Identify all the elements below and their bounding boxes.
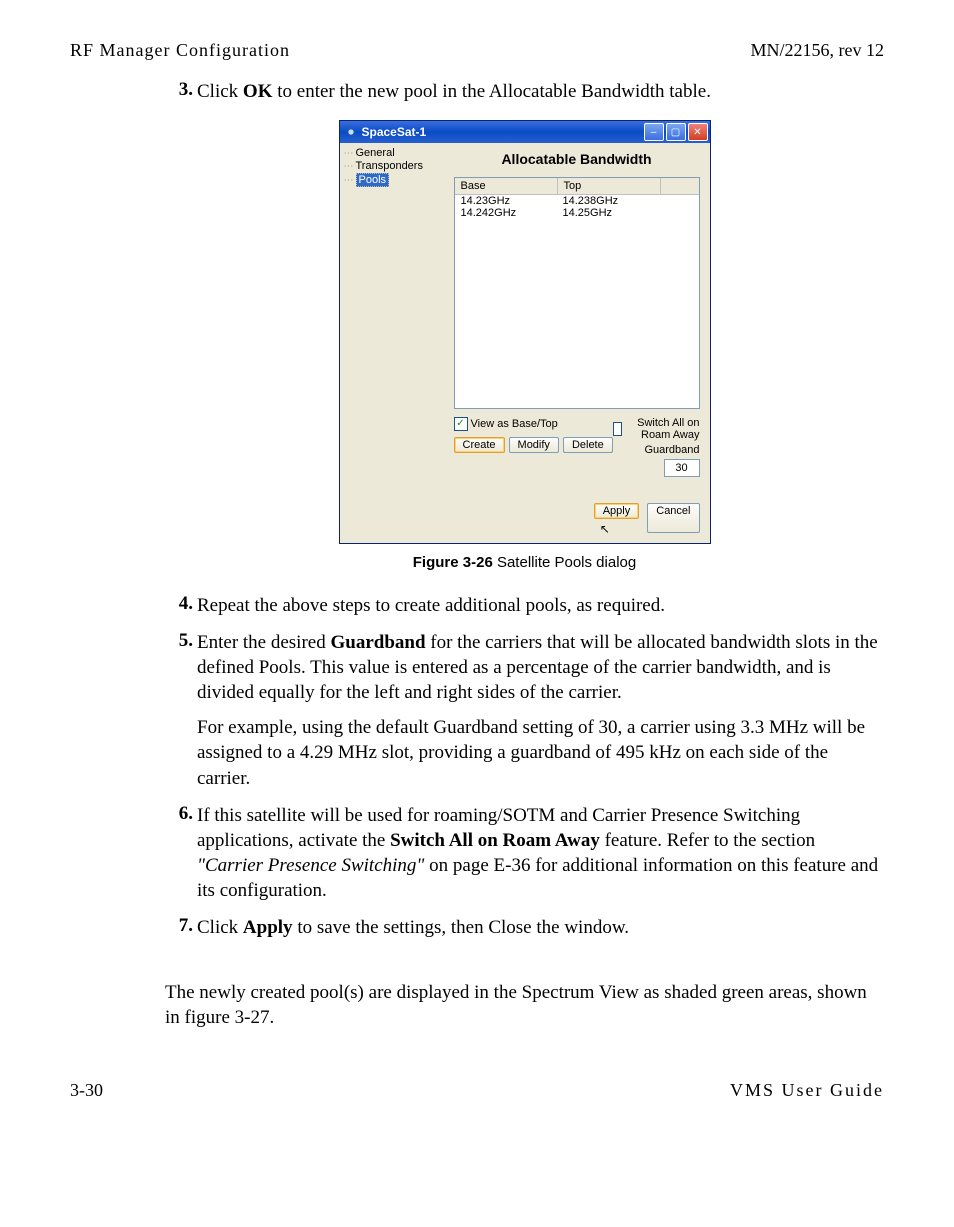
header-right: MN/22156, rev 12 (751, 40, 885, 61)
step-5: 5. Enter the desired Guardband for the c… (165, 630, 884, 790)
page-footer: 3-30 VMS User Guide (70, 1080, 884, 1101)
step-4-text: Repeat the above steps to create additio… (197, 593, 884, 618)
step-3-post: to enter the new pool in the Allocatable… (272, 81, 710, 102)
tree-nav: ⋯General ⋯Transponders ⋯Pools (340, 143, 444, 487)
cancel-button[interactable]: Cancel (647, 503, 699, 533)
step-6-text: If this satellite will be used for roami… (197, 803, 884, 903)
modify-button[interactable]: Modify (509, 437, 559, 453)
step-7-num: 7. (165, 915, 197, 940)
switch-roam-label: Switch All on Roam Away (625, 417, 700, 441)
view-as-checkbox-row[interactable]: ✓ View as Base/Top (454, 417, 613, 431)
cell-base: 14.23GHz (455, 195, 557, 207)
cursor-icon: ↖ (600, 522, 610, 536)
step-5-pre: Enter the desired (197, 632, 330, 653)
col-base[interactable]: Base (455, 178, 558, 194)
dialog-window: SpaceSat-1 – ▢ ✕ ⋯General ⋯Transponders … (339, 120, 711, 544)
create-button[interactable]: Create (454, 437, 505, 453)
page-header: RF Manager Configuration MN/22156, rev 1… (70, 40, 884, 61)
switch-roam-checkbox-row[interactable]: Switch All on Roam Away (613, 417, 700, 441)
cell-base: 14.242GHz (455, 207, 557, 219)
tree-label: Transponders (356, 160, 423, 172)
table-row[interactable]: 14.242GHz 14.25GHz (455, 207, 699, 219)
step-3-bold: OK (243, 81, 273, 102)
figure-3-26: SpaceSat-1 – ▢ ✕ ⋯General ⋯Transponders … (165, 120, 884, 544)
header-left: RF Manager Configuration (70, 40, 290, 61)
cell-top: 14.238GHz (557, 195, 659, 207)
guardband-input[interactable]: 30 (664, 459, 700, 477)
step-6: 6. If this satellite will be used for ro… (165, 803, 884, 903)
step-6-italic: "Carrier Presence Switching" (197, 855, 424, 876)
footer-left: 3-30 (70, 1080, 103, 1101)
col-spacer (661, 178, 699, 194)
step-3-pre: Click (197, 81, 243, 102)
step-7-bold: Apply (243, 917, 293, 938)
delete-button[interactable]: Delete (563, 437, 613, 453)
step-7-pre: Click (197, 917, 243, 938)
checkbox-unchecked-icon[interactable] (613, 422, 622, 436)
figure-caption: Figure 3-26 Satellite Pools dialog (165, 554, 884, 571)
cell-top: 14.25GHz (557, 207, 659, 219)
checkbox-checked-icon[interactable]: ✓ (454, 417, 468, 431)
bandwidth-table[interactable]: Base Top 14.23GHz 14.238GHz 14.242GHz (454, 177, 700, 409)
step-3-text: Click OK to enter the new pool in the Al… (197, 79, 884, 104)
view-as-label: View as Base/Top (471, 418, 558, 430)
tree-item-transponders[interactable]: ⋯Transponders (344, 160, 440, 173)
step-4: 4. Repeat the above steps to create addi… (165, 593, 884, 618)
titlebar[interactable]: SpaceSat-1 – ▢ ✕ (340, 121, 710, 143)
step-5-text: Enter the desired Guardband for the carr… (197, 630, 884, 790)
guardband-label: Guardband (644, 444, 699, 456)
step-6-num: 6. (165, 803, 197, 903)
step-4-num: 4. (165, 593, 197, 618)
tree-label: General (356, 147, 395, 159)
step-7-text: Click Apply to save the settings, then C… (197, 915, 884, 940)
tree-label: Pools (356, 173, 390, 187)
step-7: 7. Click Apply to save the settings, the… (165, 915, 884, 940)
body-paragraph: The newly created pool(s) are displayed … (70, 980, 884, 1030)
table-header: Base Top (455, 178, 699, 195)
figure-number: Figure 3-26 (413, 554, 493, 571)
tree-item-pools[interactable]: ⋯Pools (344, 173, 440, 188)
step-3-num: 3. (165, 79, 197, 104)
step-5-num: 5. (165, 630, 197, 790)
table-row[interactable]: 14.23GHz 14.238GHz (455, 195, 699, 207)
figure-text: Satellite Pools dialog (493, 554, 636, 571)
dialog-title: SpaceSat-1 (362, 125, 427, 139)
step-5-bold: Guardband (330, 632, 425, 653)
apply-button[interactable]: Apply (594, 503, 640, 519)
footer-right: VMS User Guide (730, 1080, 884, 1101)
panel-title: Allocatable Bandwidth (454, 151, 700, 167)
step-6-mid: feature. Refer to the section (600, 830, 815, 851)
step-7-post: to save the settings, then Close the win… (293, 917, 630, 938)
step-5-sub: For example, using the default Guardband… (197, 715, 884, 790)
col-top[interactable]: Top (558, 178, 661, 194)
maximize-button[interactable]: ▢ (666, 123, 686, 141)
step-6-bold: Switch All on Roam Away (390, 830, 600, 851)
close-button[interactable]: ✕ (688, 123, 708, 141)
step-3: 3. Click OK to enter the new pool in the… (165, 79, 884, 104)
satellite-icon (344, 125, 358, 139)
minimize-button[interactable]: – (644, 123, 664, 141)
tree-item-general[interactable]: ⋯General (344, 147, 440, 160)
